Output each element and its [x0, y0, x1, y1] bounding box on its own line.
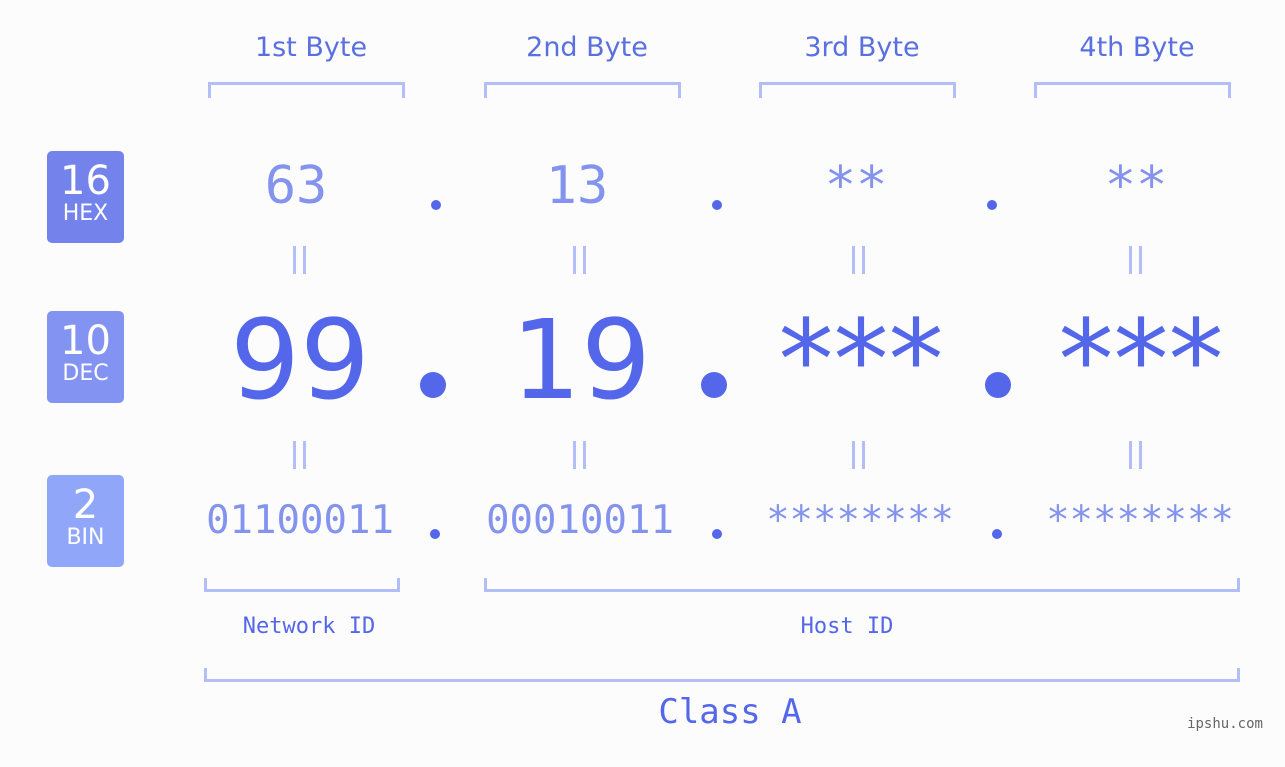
bin-badge-label: BIN — [66, 525, 105, 550]
byte-header-4: 4th Byte — [1079, 32, 1195, 63]
equals-icon-dec-bin-4 — [1129, 441, 1142, 469]
bin-value-3: ******** — [766, 498, 954, 543]
bin-value-4: ******** — [1046, 498, 1234, 543]
bin-badge-number: 2 — [72, 482, 99, 528]
equals-icon-dec-bin-1 — [293, 441, 306, 469]
equals-icon-hex-dec-1 — [293, 246, 306, 274]
byte-bracket-2 — [484, 82, 681, 98]
dec-value-3: *** — [778, 296, 944, 424]
watermark: ipshu.com — [1187, 716, 1263, 732]
equals-icon-hex-dec-4 — [1129, 246, 1142, 274]
byte-bracket-3 — [759, 82, 956, 98]
dec-value-2: 19 — [511, 296, 651, 424]
class-bracket — [204, 668, 1240, 682]
hex-badge-label: HEX — [62, 201, 109, 226]
bin-separator-1 — [430, 529, 440, 539]
dec-separator-2 — [701, 372, 727, 398]
hex-value-1: 63 — [264, 156, 328, 216]
byte-bracket-4 — [1034, 82, 1231, 98]
class-label: Class A — [658, 692, 802, 732]
network-id-label: Network ID — [242, 614, 376, 639]
equals-icon-dec-bin-3 — [852, 441, 865, 469]
hex-separator-3 — [987, 200, 997, 210]
equals-icon-dec-bin-2 — [573, 441, 586, 469]
bin-separator-2 — [712, 529, 722, 539]
dec-separator-1 — [420, 372, 446, 398]
bin-separator-3 — [992, 529, 1002, 539]
dec-badge: 10 DEC — [47, 311, 124, 403]
hex-badge-number: 16 — [60, 158, 111, 204]
host-id-bracket — [484, 578, 1240, 592]
hex-separator-1 — [431, 200, 441, 210]
hex-value-2: 13 — [545, 156, 609, 216]
bin-value-2: 00010011 — [486, 498, 674, 543]
byte-header-3: 3rd Byte — [804, 32, 920, 63]
dec-badge-number: 10 — [60, 318, 111, 364]
dec-value-1: 99 — [230, 296, 370, 424]
dec-value-4: *** — [1058, 296, 1224, 424]
host-id-label: Host ID — [800, 614, 894, 639]
byte-bracket-1 — [208, 82, 405, 98]
dec-separator-3 — [985, 372, 1011, 398]
dec-badge-label: DEC — [62, 361, 109, 386]
bin-badge: 2 BIN — [47, 475, 124, 567]
bin-value-1: 01100011 — [206, 498, 394, 543]
equals-icon-hex-dec-3 — [852, 246, 865, 274]
network-id-bracket — [204, 578, 400, 592]
hex-value-3: ** — [824, 156, 888, 216]
byte-header-1: 1st Byte — [254, 32, 368, 63]
hex-separator-2 — [712, 200, 722, 210]
byte-header-2: 2nd Byte — [526, 32, 648, 63]
hex-badge: 16 HEX — [47, 151, 124, 243]
equals-icon-hex-dec-2 — [573, 246, 586, 274]
hex-value-4: ** — [1104, 156, 1168, 216]
